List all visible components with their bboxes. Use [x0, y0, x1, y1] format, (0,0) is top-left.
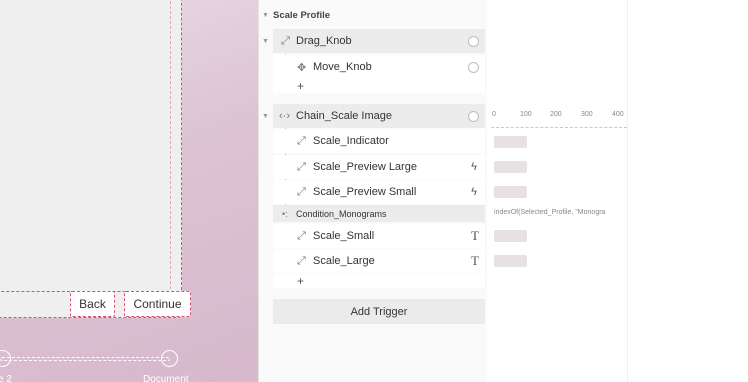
ruler-tick-label: 200 [550, 111, 562, 118]
tree-item-label: Scale_Small [313, 230, 375, 242]
tree-item-move-knob[interactable]: ✥ Move_Knob [273, 55, 485, 79]
tree-item-label: Scale_Preview Small [313, 186, 417, 198]
tree-item-label: Move_Knob [313, 61, 372, 73]
condition-expression: indexOf(Selected_Profile, "Monogra [494, 209, 606, 216]
plus-icon[interactable]: + [297, 274, 304, 288]
tree-item-scale-preview-small[interactable]: ⤢ Scale_Preview Small ϟ [273, 180, 485, 204]
tree-item-condition-monograms[interactable]: •: Condition_Monograms [273, 205, 485, 222]
add-trigger-button[interactable]: Add Trigger [273, 299, 485, 324]
add-child-row[interactable]: + [273, 79, 485, 93]
chevron-down-icon[interactable]: ▼ [262, 12, 269, 19]
resize-arrow-icon: ⤢ [297, 134, 306, 147]
slider-knob-right[interactable] [161, 350, 178, 367]
resize-arrow-icon: ⤢ [297, 160, 306, 173]
continue-button[interactable]: Continue [124, 291, 191, 317]
section-title: Scale Profile [273, 10, 331, 21]
toggle-circle-icon[interactable] [468, 35, 479, 47]
timeline-bar-scale-large[interactable] [494, 255, 527, 267]
resize-arrow-icon: ⤢ [297, 254, 306, 267]
slider-caption-left: e 2 [0, 374, 12, 382]
slider-caption-right: Document [143, 374, 189, 382]
tree-item-scale-preview-large[interactable]: ⤢ Scale_Preview Large ϟ [273, 155, 485, 179]
toggle-circle-icon[interactable] [468, 61, 479, 73]
resize-arrow-icon: ⤢ [281, 34, 290, 47]
resize-arrow-icon: ⤢ [297, 185, 306, 198]
tree-item-scale-large[interactable]: ⤢ Scale_Large T [273, 249, 485, 273]
ruler-tick-label: 400 [612, 111, 624, 118]
preview-card [0, 0, 182, 318]
tree-item-drag-knob[interactable]: ▼ ⤢ Drag_Knob [262, 29, 485, 53]
ruler-tick-label: 100 [520, 111, 532, 118]
timeline-panel: 0 100 200 300 400 indexOf(Selected_Profi… [487, 0, 627, 382]
preview-canvas: Back Continue e 2 Document [0, 0, 258, 382]
timeline-bar-scale-indicator[interactable] [494, 136, 527, 148]
resize-arrow-icon: ⤢ [297, 229, 306, 242]
text-t-icon: T [471, 228, 479, 243]
tree-item-label: Drag_Knob [296, 35, 352, 47]
ruler-tick-label: 0 [492, 111, 496, 118]
slider-knob-left[interactable] [0, 350, 11, 367]
timeline-bar-scale-small[interactable] [494, 230, 527, 242]
tree-item-scale-indicator[interactable]: ⤢ Scale_Indicator [273, 129, 485, 153]
tree-item-label: Chain_Scale Image [296, 110, 393, 122]
lightning-bolt-icon: ϟ [471, 161, 477, 173]
condition-branch-icon: •: [282, 208, 288, 219]
progress-slider-track[interactable] [0, 357, 170, 361]
tree-item-chain-scale-image[interactable]: ▼ ‹·› Chain_Scale Image [262, 104, 485, 128]
chevron-down-icon[interactable]: ▼ [262, 113, 269, 120]
text-t-icon: T [471, 253, 479, 268]
empty-workspace [627, 0, 748, 382]
add-child-row[interactable]: + [273, 274, 485, 288]
timeline-ruler [491, 122, 627, 128]
card-guide-line [170, 0, 171, 299]
plus-icon[interactable]: + [297, 79, 304, 93]
move-arrows-icon: ✥ [297, 61, 307, 74]
timeline-bar-scale-preview-large[interactable] [494, 161, 527, 173]
lightning-bolt-icon: ϟ [471, 186, 477, 198]
tree-item-label: Scale_Preview Large [313, 161, 417, 173]
toggle-circle-icon[interactable] [468, 110, 479, 122]
chevron-down-icon[interactable]: ▼ [262, 38, 269, 45]
tree-item-label: Scale_Large [313, 255, 375, 267]
back-button[interactable]: Back [70, 291, 115, 317]
tree-item-label: Condition_Monograms [296, 208, 387, 219]
ruler-tick-label: 300 [581, 111, 593, 118]
tree-item-label: Scale_Indicator [313, 135, 389, 147]
chain-link-icon: ‹·› [279, 110, 290, 122]
timeline-bar-scale-preview-small[interactable] [494, 186, 527, 198]
trigger-tree-panel: ▼ Scale Profile ▼ ⤢ Drag_Knob ✥ Move_Kno… [259, 0, 487, 382]
tree-item-scale-small[interactable]: ⤢ Scale_Small T [273, 224, 485, 248]
